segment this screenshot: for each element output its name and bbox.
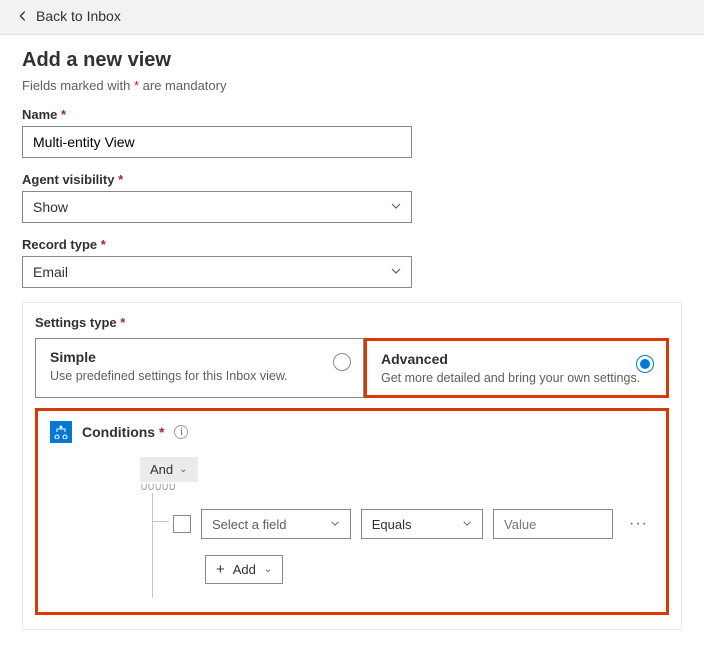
name-label: Name * <box>22 107 682 122</box>
condition-value-input[interactable] <box>493 509 613 539</box>
record-type-label: Record type * <box>22 237 682 252</box>
advanced-title: Advanced <box>381 351 652 367</box>
back-link-text: Back to Inbox <box>36 8 121 24</box>
tree-connector: ∪∪∪∪∪ <box>140 480 654 493</box>
plus-icon: + <box>216 561 225 578</box>
name-input[interactable] <box>22 126 412 158</box>
record-type-select[interactable]: Email <box>22 256 412 288</box>
add-condition-button[interactable]: + Add ⌄ <box>205 555 283 584</box>
chevron-down-icon: ⌄ <box>264 564 272 575</box>
condition-field-select[interactable]: Select a field <box>201 509 351 539</box>
info-icon[interactable]: i <box>174 425 188 439</box>
condition-row: Select a field Equals ··· <box>173 509 654 539</box>
radio-off-icon <box>333 353 351 371</box>
settings-type-advanced-card[interactable]: Advanced Get more detailed and bring you… <box>367 341 666 395</box>
chevron-down-icon <box>462 517 472 532</box>
agent-visibility-select[interactable]: Show <box>22 191 412 223</box>
conditions-title: Conditions * <box>82 424 164 440</box>
chevron-down-icon: ⌄ <box>179 464 187 475</box>
settings-type-simple-card[interactable]: Simple Use predefined settings for this … <box>35 338 364 398</box>
settings-type-label: Settings type * <box>35 315 669 330</box>
condition-operator-select[interactable]: Equals <box>361 509 483 539</box>
condition-row-checkbox[interactable] <box>173 515 191 533</box>
simple-title: Simple <box>50 349 349 365</box>
advanced-desc: Get more detailed and bring your own set… <box>381 371 652 385</box>
condition-group-operator-button[interactable]: And ⌄ <box>140 457 198 482</box>
conditions-icon <box>50 421 72 443</box>
back-to-inbox-link[interactable]: Back to Inbox <box>16 8 121 24</box>
condition-more-button[interactable]: ··· <box>623 515 654 533</box>
page-title: Add a new view <box>22 49 682 72</box>
arrow-left-icon <box>16 9 30 23</box>
agent-visibility-label: Agent visibility * <box>22 172 682 187</box>
mandatory-note: Fields marked with * are mandatory <box>22 78 682 93</box>
simple-desc: Use predefined settings for this Inbox v… <box>50 369 349 383</box>
chevron-down-icon <box>330 517 340 532</box>
radio-on-icon <box>636 355 654 373</box>
